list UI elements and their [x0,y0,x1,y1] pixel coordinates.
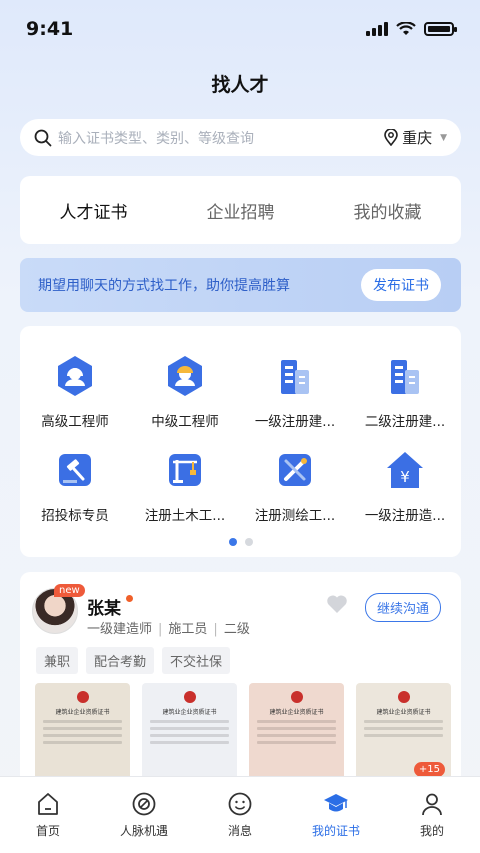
category-item[interactable]: 注册土木工... [130,448,240,524]
tab-talent-certificates[interactable]: 人才证书 [60,198,128,223]
status-time: 9:41 [26,18,74,40]
tab-my-favorites[interactable]: 我的收藏 [354,198,422,223]
category-item[interactable]: ¥ 一级注册造... [350,448,460,524]
engineer-icon [168,356,202,396]
building-icon [281,360,309,394]
tag: 配合考勤 [86,647,155,674]
gavel-icon [59,454,91,486]
svg-text:¥: ¥ [400,468,410,486]
search-bar[interactable]: 输入证书类型、类别、等级查询 重庆 ▼ [20,119,461,156]
talent-role: 施工员 [168,622,208,637]
new-badge: new [54,584,85,597]
tab-label: 消息 [227,824,252,838]
tab-label: 人脉机遇 [119,824,168,838]
category-label: 中级工程师 [151,414,219,430]
bottom-tab-bar: 首页 人脉机遇 消息 我的证书 我的 [0,776,480,853]
carousel-dot-active[interactable] [228,538,237,546]
talent-card[interactable]: new 张某 一级建造师 | 施工员 | 二级 继续沟通 兼职 配合考勤 不交社保 建筑… [20,572,461,792]
publish-certificate-button[interactable]: 发布证书 [361,269,441,301]
survey-icon [279,454,311,486]
certificate-title: 建筑业企业资质证书 [269,709,324,716]
tab-company-recruitment[interactable]: 企业招聘 [207,198,275,223]
category-item[interactable]: 中级工程师 [130,354,240,430]
tab-label: 首页 [35,824,60,838]
location-label: 重庆 [402,129,433,147]
tab-messages[interactable]: 消息 [195,791,285,853]
compass-icon [132,792,156,816]
tab-bar-top: 人才证书 企业招聘 我的收藏 [20,176,461,244]
tag: 兼职 [36,647,79,674]
carousel-indicator [20,538,461,546]
user-icon [422,793,442,816]
emblem-icon [76,691,89,703]
certificate-gallery: 建筑业企业资质证书 建筑业企业资质证书 建筑业企业资质证书 建筑业企业资质证书 … [35,683,451,783]
category-label: 招投标专员 [41,508,109,524]
category-label: 注册土木工... [144,508,226,524]
certificate-image[interactable]: 建筑业企业资质证书 [35,683,130,783]
graduation-cap-icon [324,794,348,812]
tab-label: 我的证书 [311,824,360,838]
more-certificates-badge[interactable]: +15 [413,762,445,777]
chevron-down-icon: ▼ [440,132,447,143]
certificate-title: 建筑业企业资质证书 [376,709,431,716]
carousel-dot[interactable] [244,538,253,546]
category-item[interactable]: 一级注册建... [240,354,350,430]
status-icons [366,22,457,36]
banner-text: 期望用聊天的方式找工作，助你提高胜算 [38,278,290,294]
category-item[interactable]: 招投标专员 [20,448,130,524]
tag: 不交社保 [162,647,231,674]
location-pin-icon [384,129,398,146]
engineer-icon [58,356,92,396]
emblem-icon [397,691,410,703]
emblem-icon [290,691,303,703]
battery-icon [424,22,457,36]
category-item[interactable]: 注册测绘工... [240,448,350,524]
page-title: 找人才 [211,74,269,96]
tab-connections[interactable]: 人脉机遇 [99,791,189,853]
talent-level: 二级 [223,622,250,637]
talent-name: 张某 [87,599,121,619]
online-dot-icon [126,595,133,602]
talent-meta: 一级建造师 | 施工员 | 二级 [87,622,250,637]
search-icon [34,129,52,146]
certificate-image[interactable]: 建筑业企业资质证书 [249,683,344,783]
heart-icon[interactable] [326,594,348,614]
tab-label: 我的 [419,824,444,838]
location-selector[interactable]: 重庆 ▼ [384,127,447,148]
category-label: 高级工程师 [41,414,109,430]
cost-house-icon: ¥ [387,452,423,488]
talent-certificate: 一级建造师 [87,622,153,637]
emblem-icon [183,691,196,703]
tab-my-certificates[interactable]: 我的证书 [291,791,381,853]
status-bar: 9:41 [0,0,480,58]
certificate-image[interactable]: 建筑业企业资质证书 +15 [356,683,451,783]
certificate-image[interactable]: 建筑业企业资质证书 [142,683,237,783]
wifi-icon [396,22,416,35]
tab-profile[interactable]: 我的 [387,791,477,853]
home-icon [38,793,58,815]
certificate-title: 建筑业企业资质证书 [55,709,110,716]
category-label: 一级注册造... [364,508,446,524]
promo-banner: 期望用聊天的方式找工作，助你提高胜算 发布证书 [20,258,461,312]
crane-icon [169,454,201,486]
message-icon [228,792,252,816]
building-icon [391,360,419,394]
signal-icon [366,22,388,36]
category-label: 一级注册建... [254,414,336,430]
certificate-title: 建筑业企业资质证书 [162,709,217,716]
continue-chat-button[interactable]: 继续沟通 [365,593,442,622]
tab-home[interactable]: 首页 [3,791,93,853]
category-label: 二级注册建... [364,414,446,430]
category-label: 注册测绘工... [254,508,336,524]
category-item[interactable]: 高级工程师 [20,354,130,430]
category-grid: 高级工程师 中级工程师 一级注册建... 二级注册建... 招投标专员 注册土木… [20,326,461,557]
category-item[interactable]: 二级注册建... [350,354,460,430]
talent-tags: 兼职 配合考勤 不交社保 [36,647,231,674]
search-input[interactable]: 输入证书类型、类别、等级查询 [58,128,384,148]
